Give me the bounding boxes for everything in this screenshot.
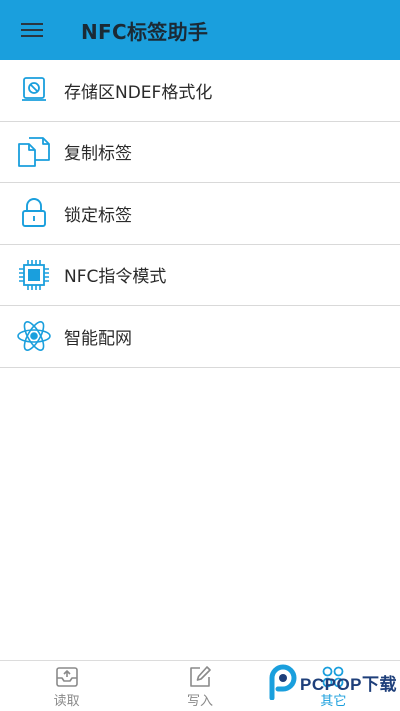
hamburger-menu-icon xyxy=(21,23,43,37)
list-item-label: 锁定标签 xyxy=(64,205,132,226)
icon-wrapper xyxy=(0,60,64,121)
read-tray-icon xyxy=(55,667,78,687)
icon-wrapper xyxy=(0,183,64,244)
icon-wrapper xyxy=(0,306,64,367)
watermark: PCPOP下载 xyxy=(268,664,397,700)
chip-icon xyxy=(19,259,49,290)
watermark-text: PCPOP下载 xyxy=(300,674,398,694)
pcpop-logo-icon xyxy=(269,664,297,700)
list-item-label: 存储区NDEF格式化 xyxy=(64,82,213,103)
app-bar: NFC标签助手 xyxy=(0,0,400,60)
nav-label: 写入 xyxy=(186,694,213,709)
atom-network-icon xyxy=(17,321,51,352)
icon-wrapper xyxy=(0,121,64,182)
list-item-label: NFC指令模式 xyxy=(64,267,167,288)
storage-format-icon xyxy=(22,77,46,102)
list-item-nfc-command[interactable]: NFC指令模式 xyxy=(0,244,400,306)
icon-wrapper xyxy=(0,244,64,305)
nav-item-read[interactable]: 读取 xyxy=(0,661,133,711)
feature-list: 存储区NDEF格式化 复制标签 锁定标签 NFC指令模式 智能配网 xyxy=(0,60,400,368)
list-item-label: 复制标签 xyxy=(64,144,132,165)
app-screen: NFC标签助手 存储区NDEF格式化 复制标签 锁定标签 NFC指令模式 智能配… xyxy=(0,0,400,711)
menu-button[interactable] xyxy=(2,0,62,60)
write-edit-icon xyxy=(190,666,211,687)
page-title: NFC标签助手 xyxy=(81,19,209,44)
list-item-label: 智能配网 xyxy=(64,328,132,349)
list-item-lock-tag[interactable]: 锁定标签 xyxy=(0,183,400,245)
nav-label: 读取 xyxy=(53,694,80,709)
list-item-copy-tag[interactable]: 复制标签 xyxy=(0,121,400,183)
list-item-ndef-format[interactable]: 存储区NDEF格式化 xyxy=(0,60,400,122)
copy-icon xyxy=(18,136,50,167)
list-item-smart-network[interactable]: 智能配网 xyxy=(0,306,400,368)
nav-item-write[interactable]: 写入 xyxy=(133,661,266,711)
lock-icon xyxy=(22,198,46,228)
